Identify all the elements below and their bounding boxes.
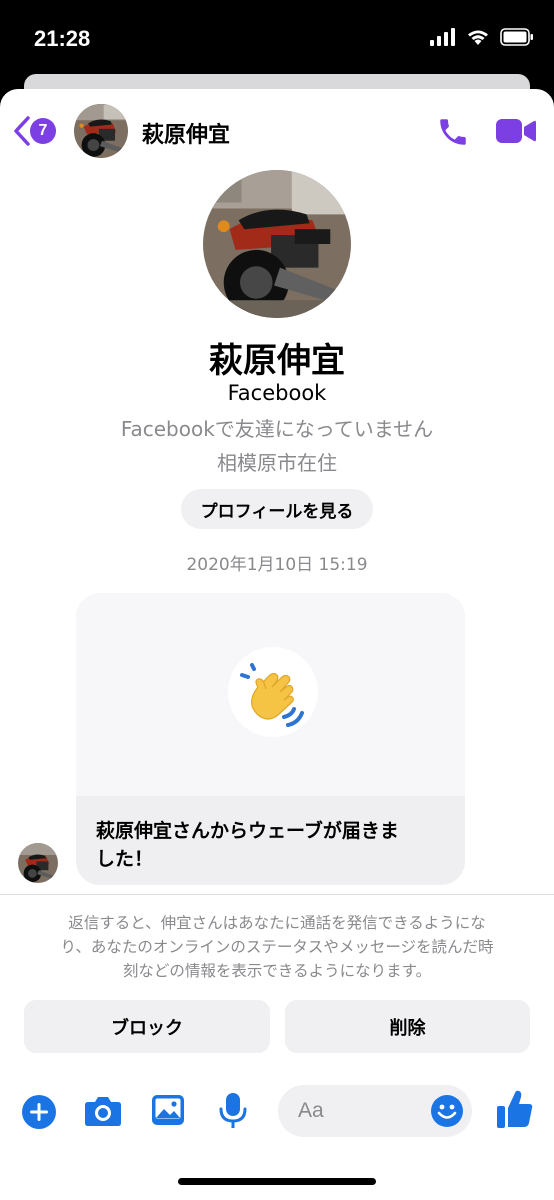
profile-source: Facebook bbox=[227, 381, 327, 405]
view-profile-button[interactable]: プロフィールを見る bbox=[181, 489, 373, 529]
thumbs-up-icon[interactable] bbox=[496, 1089, 534, 1129]
waving-hand-icon bbox=[240, 663, 304, 727]
video-call-button[interactable] bbox=[496, 117, 536, 149]
signal-icon bbox=[430, 28, 455, 46]
camera-icon[interactable] bbox=[84, 1095, 122, 1127]
profile-location: 相模原市在住 bbox=[217, 451, 337, 475]
sender-avatar[interactable] bbox=[18, 843, 58, 883]
back-button[interactable]: 7 bbox=[12, 115, 56, 147]
notice-line-3: 刻などの情報を表示できるようになります。 bbox=[122, 962, 432, 980]
motorcycle-photo bbox=[74, 104, 128, 158]
chevron-left-icon bbox=[14, 116, 30, 146]
wave-message-card[interactable]: 萩原伸宜さんからウェーブが届きま した！ bbox=[76, 593, 465, 885]
microphone-icon[interactable] bbox=[218, 1092, 248, 1130]
message-timestamp: 2020年1月10日 15:19 bbox=[186, 555, 368, 575]
message-request-notice: 返信すると、伸宜さんはあなたに通話を発信できるようにな り、あなたのオンラインの… bbox=[26, 911, 528, 983]
unread-badge: 7 bbox=[30, 118, 56, 144]
profile-name: 萩原伸宜 bbox=[209, 341, 345, 381]
notice-line-1: 返信すると、伸宜さんはあなたに通話を発信できるようにな bbox=[68, 914, 486, 932]
plus-icon[interactable] bbox=[21, 1094, 57, 1130]
conversation-sheet: 7 萩原伸宜 萩原伸宜 Facebook Facebookで友達になっていません… bbox=[0, 89, 554, 1200]
video-camera-icon bbox=[496, 119, 536, 143]
motorcycle-photo bbox=[203, 170, 351, 318]
notice-line-2: り、あなたのオンラインのステータスやメッセージを読んだ時 bbox=[60, 938, 494, 956]
status-icons bbox=[430, 28, 534, 46]
phone-icon bbox=[440, 119, 466, 145]
section-divider bbox=[0, 894, 554, 895]
delete-button[interactable]: 削除 bbox=[285, 1000, 530, 1053]
status-bar: 21:28 bbox=[0, 0, 554, 80]
profile-avatar[interactable] bbox=[203, 170, 351, 318]
voice-call-button[interactable] bbox=[436, 115, 470, 153]
friend-status: Facebookで友達になっていません bbox=[120, 417, 434, 441]
message-input[interactable] bbox=[298, 1095, 428, 1127]
wave-message-text: 萩原伸宜さんからウェーブが届きま した！ bbox=[96, 817, 446, 873]
wave-message-line-2: した！ bbox=[96, 848, 154, 870]
home-indicator bbox=[178, 1178, 376, 1185]
wifi-icon bbox=[468, 30, 488, 45]
message-input-field[interactable] bbox=[278, 1085, 472, 1137]
contact-avatar[interactable] bbox=[74, 104, 128, 158]
block-button[interactable]: ブロック bbox=[24, 1000, 270, 1053]
gallery-icon[interactable] bbox=[151, 1094, 185, 1126]
wave-message-line-1: 萩原伸宜さんからウェーブが届きま bbox=[96, 820, 399, 842]
chat-header: 7 萩原伸宜 bbox=[0, 89, 554, 173]
status-time: 21:28 bbox=[34, 26, 91, 51]
emoji-icon[interactable] bbox=[430, 1094, 464, 1128]
battery-icon bbox=[500, 28, 533, 46]
contact-name[interactable]: 萩原伸宜 bbox=[142, 117, 230, 149]
motorcycle-photo bbox=[18, 843, 58, 883]
